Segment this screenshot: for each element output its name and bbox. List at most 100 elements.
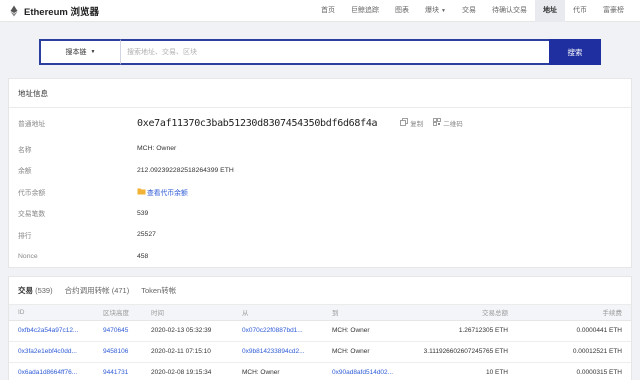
col-fee: 手续费 [510,305,631,321]
tx-amount: 3.111926602607245765 ETH [400,341,510,363]
tab-contract-transfers[interactable]: 合约调用转帐 (471) [65,285,130,296]
table-row: 0x3fa2e1ebf4c0dd... 9458106 2020-02-11 0… [9,341,631,363]
nonce-label: Nonce [18,252,38,260]
col-from: 从 [240,305,330,321]
from-address: MCH: Owner [240,362,330,380]
nav-tokens[interactable]: 代币 [565,0,595,22]
chain-select-label: 搜本链 [65,49,87,56]
qr-code-button[interactable]: 二维码 [433,118,463,128]
from-address-link[interactable]: 0x9b814233894cd2... [240,341,330,363]
tab-token-transfers[interactable]: Token转帐 [141,285,176,296]
table-row: 0x6ada1d8664ff76... 9441731 2020-02-08 1… [9,362,631,380]
nav-address[interactable]: 地址 [535,0,565,22]
col-amount: 交易总额 [400,305,510,321]
brand-title: Ethereum 浏览器 [24,6,99,18]
caret-down-icon: ▼ [90,49,96,55]
col-id: ID [9,305,101,321]
balance-value: 212.092392282518264399 ETH [137,166,234,174]
nav-label: 图表 [395,6,410,14]
nav-charts[interactable]: 图表 [387,0,417,22]
address-info-card: 地址信息 普通地址 0xe7af11370c3bab51230d83074543… [8,78,632,268]
copy-label: 复制 [410,121,424,128]
nonce-row: Nonce 458 [9,246,631,268]
nav-rich-list[interactable]: 富豪榜 [595,0,632,22]
tx-time: 2020-02-08 19:15:34 [149,362,240,380]
block-link[interactable]: 9458106 [101,341,149,363]
search-box: 搜本链 ▼ 搜索 [39,39,601,65]
search-band: 搜本链 ▼ 搜索 [0,22,640,78]
copy-icon [400,118,409,128]
token-balance-row: 代币余额 查看代币余额 [9,181,631,203]
transactions-card: 交易 (539) 合约调用转帐 (471) Token转帐 ID 区块高度 时间… [8,276,632,380]
from-address-link[interactable]: 0x070c22f0887bd1... [240,320,330,342]
tx-hash-link[interactable]: 0xfb4c2a54a97c12... [9,320,101,342]
address-value-wrap: 0xe7af11370c3bab51230d8307454350bdf6d68f… [137,118,463,129]
copy-button[interactable]: 复制 [400,118,423,128]
address-tools: 复制 二维码 [400,118,463,128]
caret-down-icon: ▼ [441,7,446,14]
name-row: 名称 MCH: Owner [9,138,631,160]
nav-label: 待确认交易 [492,6,527,14]
rank-row: 排行 25527 [9,224,631,246]
tx-amount: 10 ETH [400,362,510,380]
nav-home[interactable]: 首页 [313,0,343,22]
col-time: 时间 [149,305,240,321]
nonce-value: 458 [137,252,149,260]
ethereum-icon [8,5,20,17]
top-bar: Ethereum 浏览器 首页 巨鲸追踪 图表 爆块 ▼ 交易 待确认交易 地址 … [0,0,640,22]
nav-transactions[interactable]: 交易 [454,0,484,22]
rank-label: 排行 [18,232,32,240]
block-link[interactable]: 9470645 [101,320,149,342]
view-token-balance-link[interactable]: 查看代币余额 [137,187,188,197]
transactions-table: ID 区块高度 时间 从 到 交易总额 手续费 0xfb4c2a54a97c12… [9,305,631,380]
search-input[interactable] [121,39,549,65]
nav-pending-transactions[interactable]: 待确认交易 [484,0,535,22]
tab-count: (471) [111,286,130,295]
main-nav: 首页 巨鲸追踪 图表 爆块 ▼ 交易 待确认交易 地址 代币 富豪榜 [313,0,632,22]
tx-time: 2020-02-11 07:15:10 [149,341,240,363]
folder-icon [137,187,146,197]
to-address: MCH: Owner [330,341,400,363]
nav-label: 代币 [573,6,587,14]
search-button[interactable]: 搜索 [549,39,601,65]
tx-hash-link[interactable]: 0x6ada1d8664ff76... [9,362,101,380]
tab-label: 合约调用转帐 [64,286,110,295]
name-value: MCH: Owner [137,145,177,153]
to-address: MCH: Owner [330,320,400,342]
nav-label: 交易 [462,6,476,14]
tx-time: 2020-02-13 05:32:39 [149,320,240,342]
nav-label: 首页 [321,6,336,14]
balance-row: 余额 212.092392282518264399 ETH [9,160,631,182]
block-link[interactable]: 9441731 [101,362,149,380]
nav-label: 富豪榜 [603,6,624,14]
tx-count-value: 539 [137,209,149,217]
tx-hash-link[interactable]: 0x3fa2e1ebf4c0dd... [9,341,101,363]
tab-transactions[interactable]: 交易 (539) [18,285,53,296]
rank-value: 25527 [137,231,156,239]
brand-logo[interactable]: Ethereum 浏览器 [8,4,99,18]
view-token-balance-label: 查看代币余额 [147,189,188,197]
col-block: 区块高度 [101,305,149,321]
tx-tabs: 交易 (539) 合约调用转帐 (471) Token转帐 [9,277,631,305]
nav-label: 地址 [543,6,557,14]
nav-blocks[interactable]: 爆块 ▼ [417,0,454,22]
tx-amount: 1.26712305 ETH [400,320,510,342]
address-value: 0xe7af11370c3bab51230d8307454350bdf6d68f… [137,117,378,129]
qr-code-icon [433,118,442,128]
tx-count-row: 交易笔数 539 [9,203,631,225]
tx-fee: 0.0000315 ETH [510,362,631,380]
qr-code-label: 二维码 [443,121,463,128]
nav-whale-tracking[interactable]: 巨鲸追踪 [343,0,387,22]
address-label: 普通地址 [18,121,46,128]
table-row: 0xfb4c2a54a97c12... 9470645 2020-02-13 0… [9,320,631,342]
tx-fee: 0.0000441 ETH [510,320,631,342]
token-balance-value: 查看代币余额 [137,187,188,197]
address-row: 普通地址 0xe7af11370c3bab51230d8307454350bdf… [9,108,631,138]
nav-label: 巨鲸追踪 [351,6,380,14]
chain-select[interactable]: 搜本链 ▼ [39,39,121,65]
tx-count-label: 交易笔数 [18,211,46,219]
balance-label: 余额 [18,168,32,176]
tab-label: Token转帐 [141,286,177,295]
nav-label: 爆块 [425,6,440,14]
to-address-link[interactable]: 0x90ad8afd514d02... [330,362,400,380]
